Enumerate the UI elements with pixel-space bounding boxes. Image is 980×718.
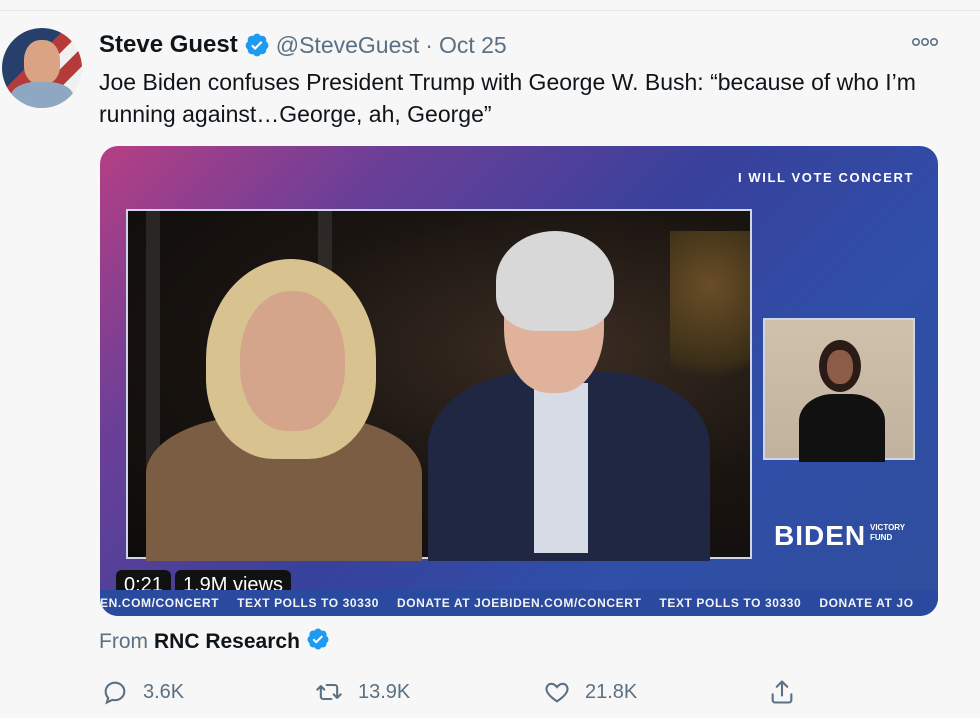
- avatar-face: [24, 40, 60, 84]
- action-bar: 3.6K 13.9K 21.8K: [99, 674, 819, 710]
- reply-count: 3.6K: [143, 680, 185, 703]
- interpreter-body: [799, 394, 885, 462]
- background-plant: [670, 231, 750, 411]
- retweet-count: 13.9K: [358, 680, 411, 703]
- author-handle[interactable]: @SteveGuest: [276, 32, 420, 59]
- verified-badge-icon: [244, 32, 270, 58]
- banner-item: TEXT POLLS TO 30330: [237, 596, 379, 610]
- avatar[interactable]: [2, 28, 82, 108]
- tweet-header: Steve Guest @SteveGuest · Oct 25: [99, 30, 507, 60]
- verified-badge-icon: [306, 627, 330, 657]
- interpreter-face: [827, 350, 853, 384]
- tweet-date[interactable]: Oct 25: [439, 32, 507, 59]
- banner-item: DONATE AT JO: [819, 596, 914, 610]
- share-button[interactable]: [768, 674, 796, 710]
- tweet-text: Joe Biden confuses President Trump with …: [99, 69, 916, 127]
- person-right-shirt: [534, 383, 588, 553]
- share-icon: [771, 680, 793, 704]
- tweet[interactable]: Steve Guest @SteveGuest · Oct 25 Joe Bid…: [0, 0, 980, 718]
- video-tagline: I WILL VOTE CONCERT: [737, 170, 914, 185]
- person-right-hair: [496, 231, 614, 331]
- banner-item: TEXT POLLS TO 30330: [659, 596, 802, 610]
- more-icon[interactable]: [910, 34, 940, 50]
- divider: [0, 0, 980, 11]
- video-media[interactable]: I WILL VOTE CONCERT BIDEN VICTORY FUND 0…: [100, 146, 938, 616]
- biden-logo: BIDEN: [774, 520, 867, 551]
- video-banner: EN.COM/CONCERT TEXT POLLS TO 30330 DONAT…: [100, 590, 938, 616]
- like-icon: [545, 682, 569, 703]
- banner-item: DONATE AT JOEBIDEN.COM/CONCERT: [396, 596, 642, 610]
- retweet-icon: [316, 683, 342, 701]
- from-label: From: [99, 630, 148, 653]
- author-name[interactable]: Steve Guest: [99, 31, 238, 59]
- sign-language-inset: [763, 318, 915, 462]
- retweet-button[interactable]: 13.9K: [314, 674, 410, 710]
- avatar-shirt: [10, 82, 74, 108]
- victory-fund-label: VICTORY FUND: [870, 523, 905, 542]
- like-button[interactable]: 21.8K: [543, 674, 637, 710]
- from-attribution: From RNC Research: [99, 627, 330, 657]
- separator-dot: ·: [425, 31, 433, 58]
- reply-icon: [104, 681, 126, 705]
- like-count: 21.8K: [585, 680, 638, 703]
- video-main-frame: [126, 209, 752, 561]
- from-source[interactable]: RNC Research: [154, 630, 300, 654]
- person-left-face: [240, 291, 345, 431]
- reply-button[interactable]: 3.6K: [101, 674, 184, 710]
- banner-item: EN.COM/CONCERT: [100, 596, 220, 610]
